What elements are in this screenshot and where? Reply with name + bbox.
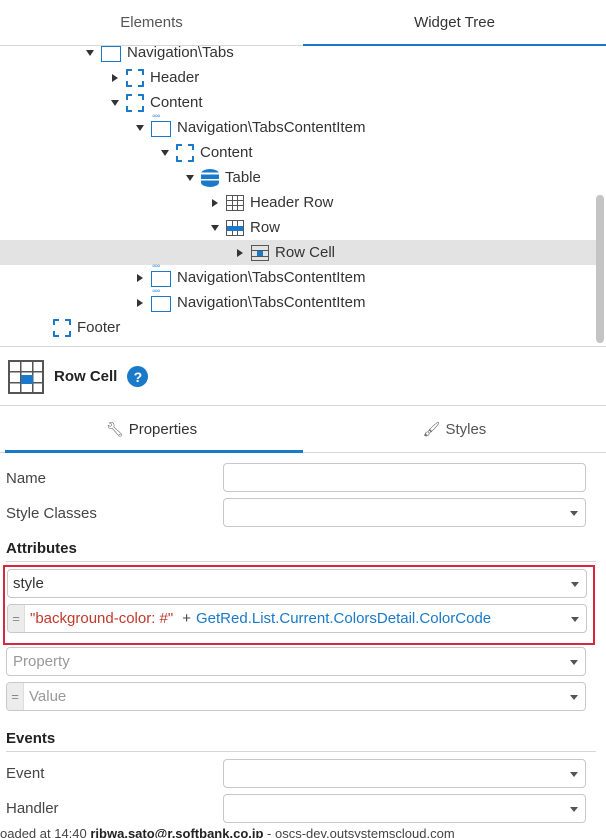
tree-node-content[interactable]: Content	[0, 90, 596, 115]
style-classes-select[interactable]	[223, 498, 586, 527]
tab-elements[interactable]: Elements	[0, 0, 303, 45]
chevron-down-icon[interactable]	[85, 48, 95, 58]
tree-node-tabs-content-item-2[interactable]: Navigation\TabsContentItem	[0, 261, 596, 290]
tree-node-label: Table	[225, 169, 261, 186]
tree-node-label: Navigation\TabsContentItem	[177, 269, 366, 286]
events-divider	[6, 751, 596, 752]
chevron-right-icon[interactable]	[135, 298, 145, 308]
properties-tabs: 🔧︎ Properties 🖌︎ Styles	[0, 407, 606, 453]
widget-title: Row Cell	[54, 368, 118, 385]
tree-node-label: Navigation\Tabs	[127, 46, 234, 61]
equals-icon: =	[7, 683, 24, 710]
status-bar: oaded at 14:40 ribwa.sato@r.softbank.co.…	[0, 826, 606, 838]
attribute-value-expr: GetRed.List.Current.ColorsDetail.ColorCo…	[196, 610, 492, 627]
tree-node-label: Row	[250, 219, 281, 236]
tree-node-header-row[interactable]: Header Row	[0, 190, 596, 215]
style-classes-label: Style Classes	[6, 505, 97, 522]
tree-node-footer[interactable]: Footer	[0, 315, 596, 340]
attribute-name-select[interactable]: style	[7, 569, 587, 598]
handler-label: Handler	[6, 800, 59, 817]
status-user: ribwa.sato@r.softbank.co.jp	[90, 826, 264, 838]
chevron-down-icon[interactable]	[110, 98, 120, 108]
header-row-icon	[226, 194, 244, 211]
tree-node-table[interactable]: Table	[0, 165, 596, 190]
tree-node-label: Header	[150, 69, 200, 86]
tree-node-tabs-content-item[interactable]: Navigation\TabsContentItem	[0, 111, 596, 140]
top-tabs: Elements Widget Tree	[0, 0, 606, 46]
status-prefix: oaded at 14:40	[0, 826, 87, 838]
row-icon	[226, 219, 244, 236]
equals-icon: =	[8, 605, 25, 632]
attribute-value-operator: +	[182, 610, 191, 627]
tab-widget-tree[interactable]: Widget Tree	[303, 0, 606, 46]
tree-node-label: Footer	[77, 319, 121, 336]
event-select[interactable]	[223, 759, 586, 788]
chevron-down-icon	[570, 807, 578, 812]
tree-node-label: Content	[200, 144, 253, 161]
chevron-down-icon[interactable]	[210, 223, 220, 233]
help-icon[interactable]: ?	[127, 366, 149, 387]
row-cell-icon	[8, 359, 44, 394]
tree-node-label: Navigation\TabsContentItem	[177, 119, 366, 136]
tree-node-label: Navigation\TabsContentItem	[177, 294, 366, 311]
chevron-down-icon[interactable]	[135, 123, 145, 133]
row-cell-icon	[251, 244, 269, 261]
name-input[interactable]	[223, 463, 586, 492]
chevron-down-icon[interactable]	[185, 173, 195, 183]
widget-header: Row Cell ?	[0, 348, 606, 406]
tree-node-header[interactable]: Header	[0, 65, 596, 90]
tree-node-label: Header Row	[250, 194, 334, 211]
chevron-down-icon	[571, 617, 579, 622]
tree-node-row-cell[interactable]: Row Cell	[0, 240, 596, 265]
tabs-icon	[101, 46, 121, 62]
tab-styles-label: Styles	[445, 421, 487, 438]
chevron-right-icon[interactable]	[235, 248, 245, 258]
chevron-down-icon	[570, 772, 578, 777]
chevron-down-icon	[570, 695, 578, 700]
chevron-right-icon[interactable]	[135, 273, 145, 283]
handler-select[interactable]	[223, 794, 586, 823]
container-icon	[53, 318, 71, 337]
status-server: - oscs-dev.outsystemscloud.com	[267, 826, 455, 838]
chevron-down-icon	[570, 511, 578, 516]
brush-icon: 🖌︎	[422, 421, 441, 437]
name-label: Name	[6, 470, 47, 487]
chevron-right-icon[interactable]	[210, 198, 220, 208]
chevron-right-icon[interactable]	[110, 73, 120, 83]
event-label: Event	[6, 765, 45, 782]
property-placeholder: Property	[13, 653, 70, 670]
tree-node-tabs-content-item-3[interactable]: Navigation\TabsContentItem	[0, 286, 596, 315]
wrench-icon: 🔧︎	[105, 421, 124, 437]
tabs-icon	[151, 111, 171, 137]
container-icon	[176, 143, 194, 162]
tabs-icon	[151, 261, 171, 287]
new-attribute-value-input[interactable]: = Value	[6, 682, 586, 711]
widget-tree: Navigation\Tabs Header Content Navigatio…	[0, 46, 606, 347]
tab-properties-label: Properties	[128, 421, 198, 438]
tree-node-content-inner[interactable]: Content	[0, 140, 596, 165]
table-icon	[201, 168, 219, 187]
tree-node-label: Row Cell	[275, 244, 336, 261]
tree-node-label: Content	[150, 94, 203, 111]
attributes-heading: Attributes	[6, 540, 77, 557]
chevron-down-icon[interactable]	[160, 148, 170, 158]
chevron-down-icon	[571, 582, 579, 587]
tree-node-row[interactable]: Row	[0, 215, 596, 240]
tab-properties[interactable]: 🔧︎ Properties	[0, 407, 303, 453]
container-icon	[126, 93, 144, 112]
attribute-value-string: "background-color: #"	[30, 610, 174, 627]
value-placeholder: Value	[29, 688, 67, 705]
tab-styles[interactable]: 🖌︎ Styles	[303, 407, 606, 452]
tabs-icon	[151, 286, 171, 312]
container-icon	[126, 68, 144, 87]
events-heading: Events	[6, 730, 56, 747]
chevron-down-icon	[570, 660, 578, 665]
new-attribute-property-select[interactable]: Property	[6, 647, 586, 676]
tree-node-navigation-tabs[interactable]: Navigation\Tabs	[0, 46, 596, 65]
attribute-value-expression[interactable]: = "background-color: #" + GetRed.List.Cu…	[7, 604, 587, 633]
tree-scrollbar[interactable]	[596, 195, 604, 343]
attribute-name-value: style	[13, 575, 44, 592]
attributes-divider	[6, 561, 596, 562]
